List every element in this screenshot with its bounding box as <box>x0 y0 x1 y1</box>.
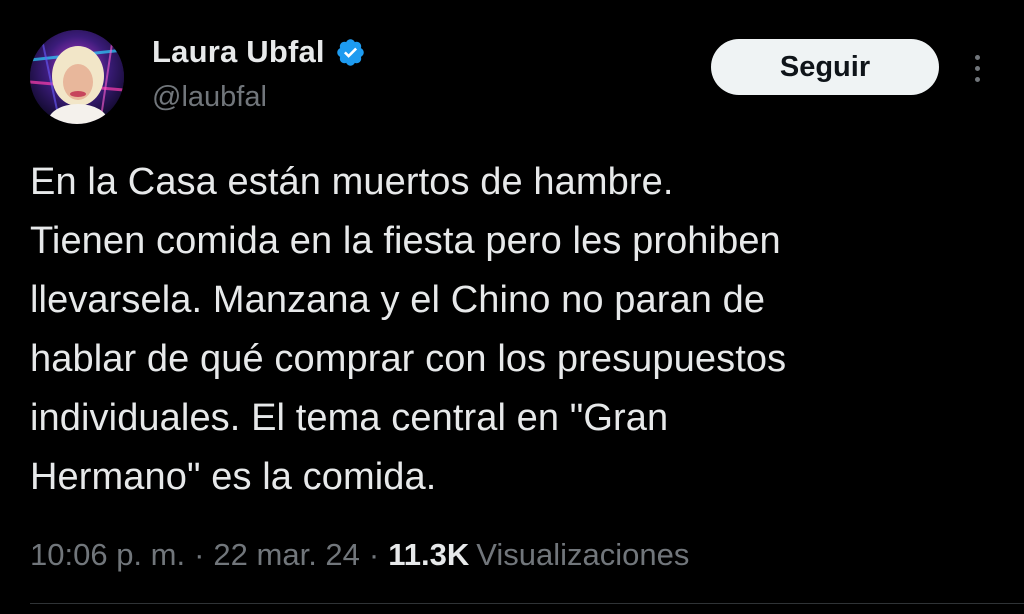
meta-separator: · <box>194 537 205 572</box>
tweet-time[interactable]: 10:06 p. m. <box>30 535 185 575</box>
more-options-icon[interactable] <box>962 48 992 88</box>
avatar-image <box>30 30 124 124</box>
verified-badge-icon[interactable] <box>335 37 366 68</box>
follow-button[interactable]: Seguir <box>711 39 939 95</box>
tweet-card: Laura Ubfal @laubfal Seguir En la Casa e… <box>0 0 1024 614</box>
views-label: Visualizaciones <box>476 537 690 572</box>
divider <box>30 603 1024 604</box>
avatar[interactable] <box>30 30 124 124</box>
views-count[interactable]: 11.3K <box>388 535 469 575</box>
author-handle[interactable]: @laubfal <box>152 80 267 114</box>
tweet-metadata: 10:06 p. m. · 22 mar. 24 · 11.3K Visuali… <box>30 535 689 575</box>
tweet-date[interactable]: 22 mar. 24 <box>213 535 359 575</box>
author-name-row: Laura Ubfal <box>152 34 366 70</box>
tweet-text: En la Casa están muertos de hambre. Tien… <box>30 161 787 498</box>
meta-separator: · <box>368 537 380 572</box>
author-display-name[interactable]: Laura Ubfal <box>152 34 325 70</box>
